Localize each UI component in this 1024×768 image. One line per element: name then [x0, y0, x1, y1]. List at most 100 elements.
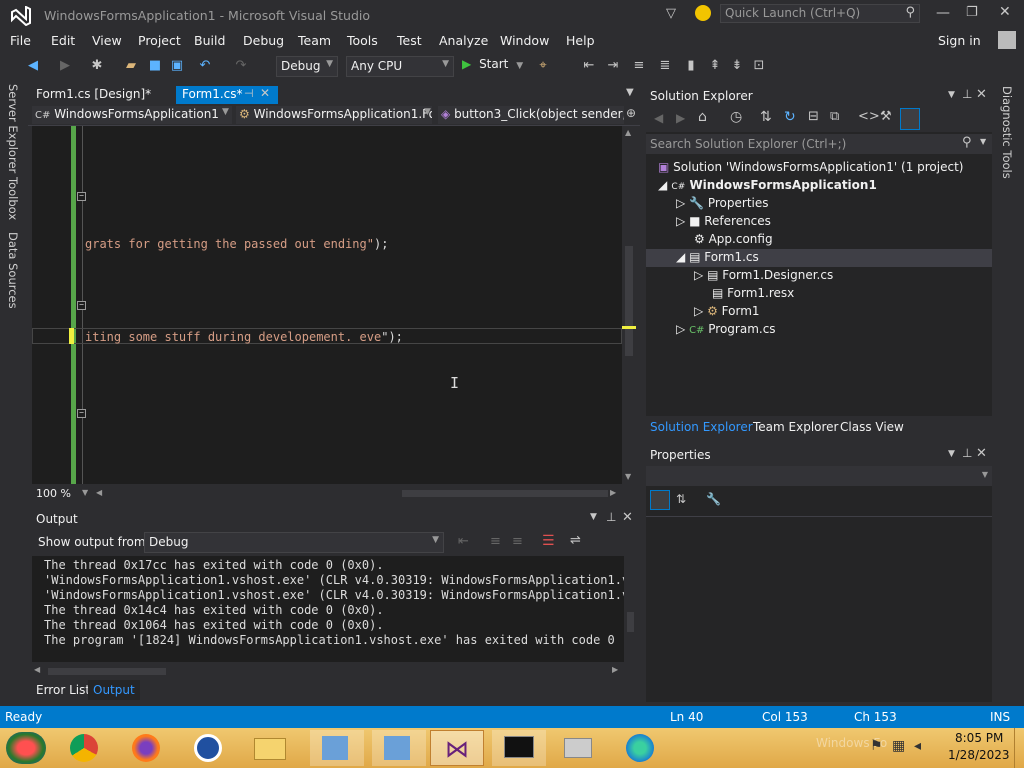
word-wrap-icon[interactable]: ⇌	[570, 533, 581, 548]
visual-studio-app[interactable]: ⋈	[430, 730, 484, 766]
zoom-level[interactable]: 100 %	[36, 487, 71, 500]
tab-class-view[interactable]: Class View	[840, 420, 904, 434]
minimize-icon[interactable]: —	[936, 5, 950, 21]
tree-item-form1-cs[interactable]: ◢ ▤ Form1.cs	[676, 250, 759, 264]
filter-icon[interactable]: ▽	[666, 6, 676, 21]
uncomment-icon[interactable]: ≣	[656, 57, 674, 75]
alphabetical-icon[interactable]: ⇅	[676, 492, 686, 506]
view-code-icon[interactable]: <>	[858, 109, 880, 124]
chrome-app[interactable]	[58, 730, 112, 766]
home-icon[interactable]: ⌂	[698, 109, 707, 125]
close-icon[interactable]: ✕	[976, 87, 987, 102]
code-editor[interactable]: − − − grats for getting the passed out e…	[32, 126, 622, 484]
forward-icon[interactable]: ▶	[56, 57, 74, 75]
find-previous-icon[interactable]: ≡	[490, 534, 501, 549]
open-folder-icon[interactable]: ▰	[122, 57, 140, 75]
pin-icon[interactable]: ⊥	[962, 87, 972, 101]
chevron-down-icon[interactable]: ▼	[948, 90, 955, 100]
start-button[interactable]: ▶ Start ▼	[462, 57, 523, 77]
search-icon[interactable]: ⚲	[905, 5, 915, 20]
chevron-down-icon[interactable]: ▼	[82, 488, 88, 497]
close-icon[interactable]: ✕	[999, 4, 1011, 20]
redo-icon[interactable]: ↷	[232, 57, 250, 75]
search-icon[interactable]: ⚲	[962, 135, 972, 150]
tree-item-form1-designer[interactable]: ▷ ▤ Form1.Designer.cs	[694, 268, 833, 282]
clock-time[interactable]: 8:05 PM	[955, 731, 1003, 745]
tree-item-form1-resx[interactable]: ▤ Form1.resx	[712, 286, 794, 300]
refresh-icon[interactable]: ↻	[784, 109, 796, 125]
clear-bookmarks-icon[interactable]: ⊡	[750, 57, 768, 75]
step-into-icon[interactable]: ⇥	[604, 57, 622, 75]
member-dropdown[interactable]: ◈ button3_Click(object sender, E	[438, 106, 624, 124]
scroll-thumb[interactable]	[627, 612, 634, 632]
tab-solution-explorer[interactable]: Solution Explorer	[650, 420, 753, 434]
tree-item-properties[interactable]: ▷ 🔧 Properties	[676, 196, 769, 210]
tab-overflow-icon[interactable]: ▼	[626, 87, 634, 98]
forward-icon[interactable]: ▶	[676, 111, 685, 125]
close-icon[interactable]: ✕	[622, 510, 633, 525]
firefox-app[interactable]	[120, 730, 174, 766]
undo-icon[interactable]: ↶	[196, 57, 214, 75]
find-in-files-icon[interactable]: ⌖	[534, 57, 552, 75]
quick-launch-input[interactable]: Quick Launch (Ctrl+Q) ⚲	[720, 4, 920, 23]
collapsed-icon[interactable]: ▷	[676, 322, 685, 336]
step-over-icon[interactable]: ⇤	[580, 57, 598, 75]
tree-item-form1-class[interactable]: ▷ ⚙ Form1	[694, 304, 760, 318]
volume-icon[interactable]: ◂	[914, 738, 921, 754]
sign-in-link[interactable]: Sign in	[938, 33, 981, 48]
server-explorer-tab[interactable]: Server Explorer	[6, 84, 20, 173]
output-vertical-scrollbar[interactable]	[624, 556, 636, 662]
network-app[interactable]	[310, 730, 364, 766]
scroll-left-icon[interactable]: ◀	[34, 665, 40, 674]
scroll-up-icon[interactable]: ▲	[625, 128, 631, 137]
save-icon[interactable]: ■	[146, 57, 164, 75]
sync-icon[interactable]: ⇅	[760, 109, 772, 125]
collapsed-icon[interactable]: ▷	[694, 268, 703, 282]
close-tab-icon[interactable]: ✕	[260, 86, 270, 100]
show-all-files-icon[interactable]: ⧉	[830, 109, 839, 124]
preview-selected-icon[interactable]	[900, 108, 920, 130]
chevron-down-icon[interactable]: ▼	[980, 137, 986, 146]
collapse-icon[interactable]: −	[77, 301, 86, 310]
collapse-icon[interactable]: −	[77, 192, 86, 201]
menu-team[interactable]: Team	[298, 33, 331, 48]
close-icon[interactable]: ✕	[976, 446, 987, 461]
menu-window[interactable]: Window	[500, 33, 549, 48]
command-prompt-app[interactable]	[492, 730, 546, 766]
collapsed-icon[interactable]: ▷	[676, 214, 685, 228]
comment-icon[interactable]: ≡	[630, 57, 648, 75]
properties-object-dropdown[interactable]: ▼	[646, 466, 992, 486]
menu-view[interactable]: View	[92, 33, 122, 48]
menu-debug[interactable]: Debug	[243, 33, 284, 48]
save-all-icon[interactable]: ▣	[168, 57, 186, 75]
flag-icon[interactable]: ⚑	[870, 738, 883, 754]
editor-vertical-scrollbar[interactable]: ▲ ▼	[622, 126, 636, 484]
properties-icon[interactable]: ⚒	[880, 109, 892, 124]
app-printer[interactable]	[552, 730, 606, 766]
pin-icon[interactable]: ⊥	[606, 510, 616, 524]
avatar[interactable]	[998, 31, 1016, 49]
menu-edit[interactable]: Edit	[51, 33, 75, 48]
chevron-down-icon[interactable]: ▼	[590, 512, 597, 522]
tree-item-program-cs[interactable]: ▷ C# Program.cs	[676, 322, 776, 336]
clock-date[interactable]: 1/28/2023	[948, 748, 1010, 762]
find-next-icon[interactable]: ≡	[512, 534, 523, 549]
clear-all-icon[interactable]: ☰	[542, 533, 555, 549]
go-to-location-icon[interactable]: ⇤	[458, 534, 469, 549]
scroll-down-icon[interactable]: ▼	[625, 472, 631, 481]
scroll-left-icon[interactable]: ◀	[96, 488, 102, 497]
collapse-all-icon[interactable]: ⊟	[808, 109, 819, 124]
menu-build[interactable]: Build	[194, 33, 225, 48]
expanded-icon[interactable]: ◢	[658, 178, 667, 192]
menu-file[interactable]: File	[10, 33, 31, 48]
back-icon[interactable]: ◀	[654, 111, 663, 125]
chevron-down-icon[interactable]: ▼	[948, 449, 955, 459]
restore-icon[interactable]: ❐	[966, 5, 978, 20]
toolbox-tab[interactable]: Toolbox	[6, 177, 20, 220]
menu-tools[interactable]: Tools	[347, 33, 378, 48]
class-dropdown[interactable]: ⚙ WindowsFormsApplication1.Fo	[236, 106, 432, 124]
tab-form1-design[interactable]: Form1.cs [Design]*	[30, 86, 157, 104]
collapse-icon[interactable]: −	[77, 409, 86, 418]
output-horizontal-scrollbar[interactable]: ◀ ▶	[32, 664, 624, 678]
split-editor-icon[interactable]: ⊕	[626, 106, 636, 120]
